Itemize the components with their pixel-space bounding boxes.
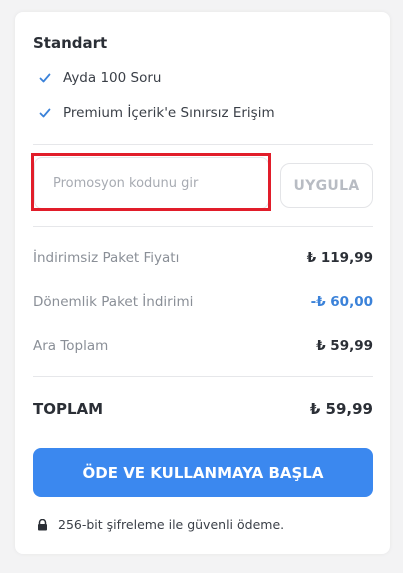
total-value: ₺ 59,99 bbox=[309, 400, 373, 418]
summary-label: Ara Toplam bbox=[33, 338, 109, 354]
security-note: 256-bit şifreleme ile güvenli ödeme. bbox=[37, 517, 284, 532]
summary-label: İndirimsiz Paket Fiyatı bbox=[33, 250, 180, 266]
feature-item: Ayda 100 Soru bbox=[39, 70, 161, 86]
summary-value: ₺ 59,99 bbox=[316, 338, 373, 354]
security-text: 256-bit şifreleme ile güvenli ödeme. bbox=[58, 517, 285, 532]
feature-item: Premium İçerik'e Sınırsız Erişim bbox=[39, 105, 275, 121]
promo-code-input[interactable] bbox=[34, 157, 269, 209]
summary-label: Dönemlik Paket İndirimi bbox=[33, 294, 194, 310]
summary-row-discount: Dönemlik Paket İndirimi -₺ 60,00 bbox=[33, 294, 373, 310]
check-icon bbox=[39, 72, 51, 84]
plan-title: Standart bbox=[33, 34, 108, 52]
summary-row-original-price: İndirimsiz Paket Fiyatı ₺ 119,99 bbox=[33, 250, 373, 266]
divider bbox=[33, 376, 373, 377]
discount-value: -₺ 60,00 bbox=[310, 294, 373, 310]
total-label: TOPLAM bbox=[33, 400, 104, 418]
summary-value: ₺ 119,99 bbox=[306, 250, 373, 266]
pay-and-start-button[interactable]: ÖDE VE KULLANMAYA BAŞLA bbox=[33, 448, 373, 497]
total-row: TOPLAM ₺ 59,99 bbox=[33, 400, 373, 418]
check-icon bbox=[39, 107, 51, 119]
checkout-card: Standart Ayda 100 Soru Premium İçerik'e … bbox=[15, 12, 390, 554]
divider bbox=[33, 226, 373, 227]
feature-label: Ayda 100 Soru bbox=[63, 70, 162, 86]
feature-label: Premium İçerik'e Sınırsız Erişim bbox=[63, 105, 275, 121]
apply-promo-button[interactable]: UYGULA bbox=[280, 163, 373, 208]
lock-icon bbox=[37, 518, 48, 531]
summary-row-subtotal: Ara Toplam ₺ 59,99 bbox=[33, 338, 373, 354]
divider bbox=[33, 144, 373, 145]
